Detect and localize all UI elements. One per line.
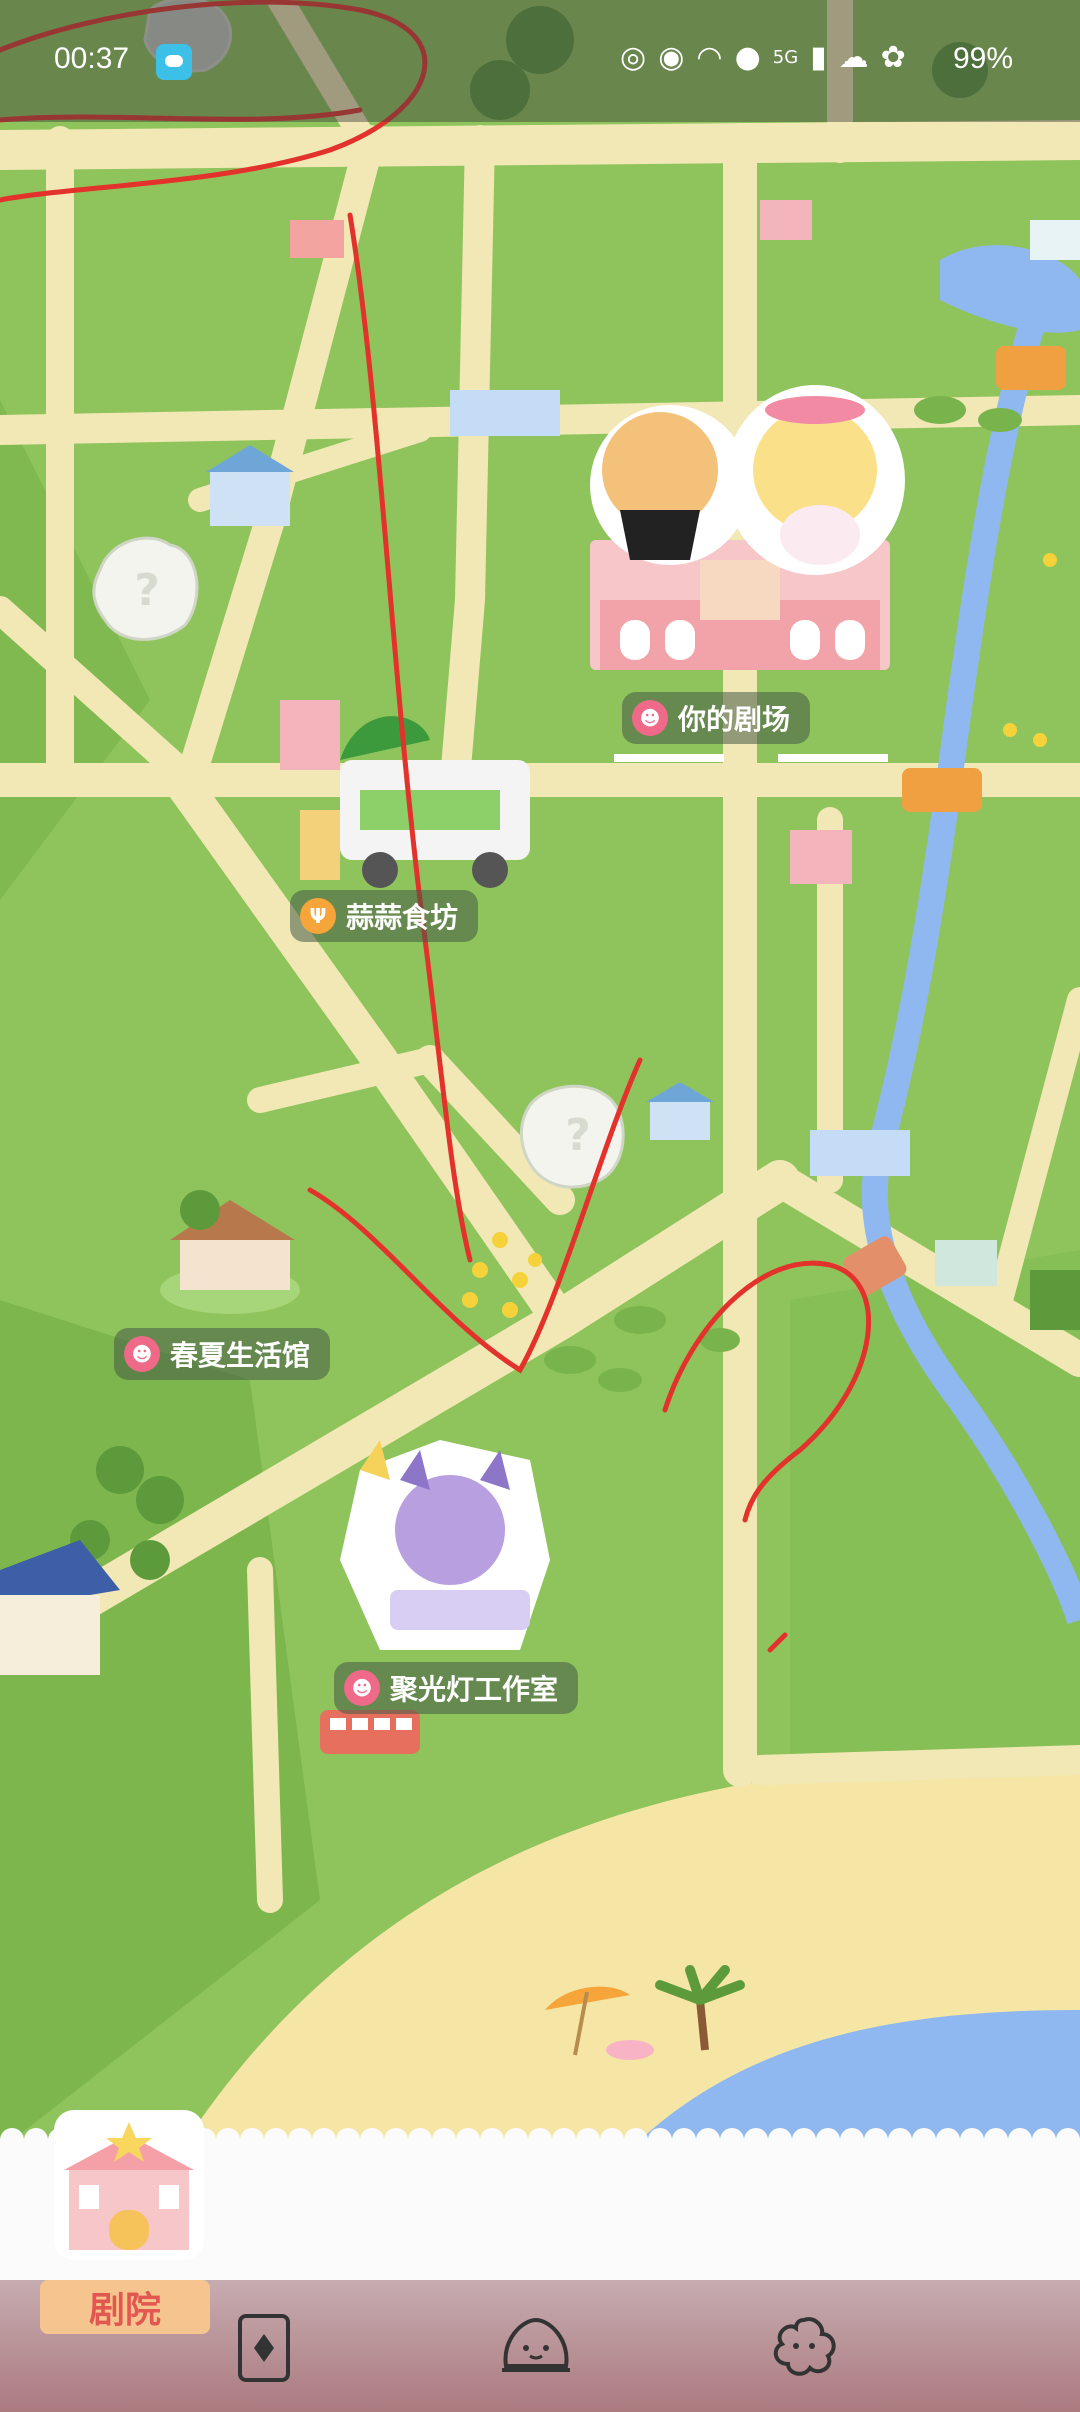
dino-icon: ✿ xyxy=(880,40,906,75)
location-label: 蒜蒜食坊 xyxy=(346,901,459,934)
headset-icon: ◉ xyxy=(658,40,685,75)
location-label: 春夏生活馆 xyxy=(170,1339,311,1372)
location-spring-summer-hall[interactable]: ☻ 春夏生活馆 xyxy=(114,1328,331,1380)
status-bar: 00:37 ◎ ◉ ◠ ● 5G ▮ ☁ ✿ 99% xyxy=(0,0,1080,122)
location-spotlight-studio[interactable]: ☻ 聚光灯工作室 xyxy=(334,1662,579,1714)
unknown-marker-text: ? xyxy=(134,565,160,616)
bun-pet-icon[interactable] xyxy=(496,2310,576,2382)
location-garlic-kitchen[interactable]: Ψ 蒜蒜食坊 xyxy=(290,890,479,942)
status-icons: ◎ ◉ ◠ ● 5G ▮ ☁ ✿ xyxy=(620,40,906,76)
wifi-signal-icon: ◎ xyxy=(620,40,647,75)
theater-mask-icon: ☻ xyxy=(344,1670,380,1706)
fork-spoon-icon: Ψ xyxy=(300,898,336,934)
puffball-icon[interactable] xyxy=(766,2310,842,2382)
nav-item-theater[interactable]: 剧院 xyxy=(40,2280,210,2334)
battery-level: 99% xyxy=(953,42,1014,75)
location-your-theater[interactable]: ☻ 你的剧场 xyxy=(622,692,811,744)
card-icon[interactable] xyxy=(232,2310,296,2386)
signal-bars-icon: ▮ xyxy=(810,40,827,75)
location-label: 你的剧场 xyxy=(678,703,791,736)
theater-building-icon[interactable] xyxy=(44,2100,214,2270)
game-map[interactable]: ? ? xyxy=(0,0,1080,2412)
cloud-icon: ☁ xyxy=(838,40,869,75)
bilibili-tv-icon xyxy=(156,44,192,80)
wifi-icon: ◠ xyxy=(696,40,723,75)
theater-mask-icon: ☻ xyxy=(124,1336,160,1372)
5g-signal-icon: 5G xyxy=(772,47,799,68)
pig-icon: ● xyxy=(734,40,761,75)
status-time: 00:37 xyxy=(54,42,130,75)
unknown-marker-text: ? xyxy=(565,1110,591,1161)
location-label: 聚光灯工作室 xyxy=(390,1673,559,1706)
theater-mask-icon: ☻ xyxy=(632,700,668,736)
